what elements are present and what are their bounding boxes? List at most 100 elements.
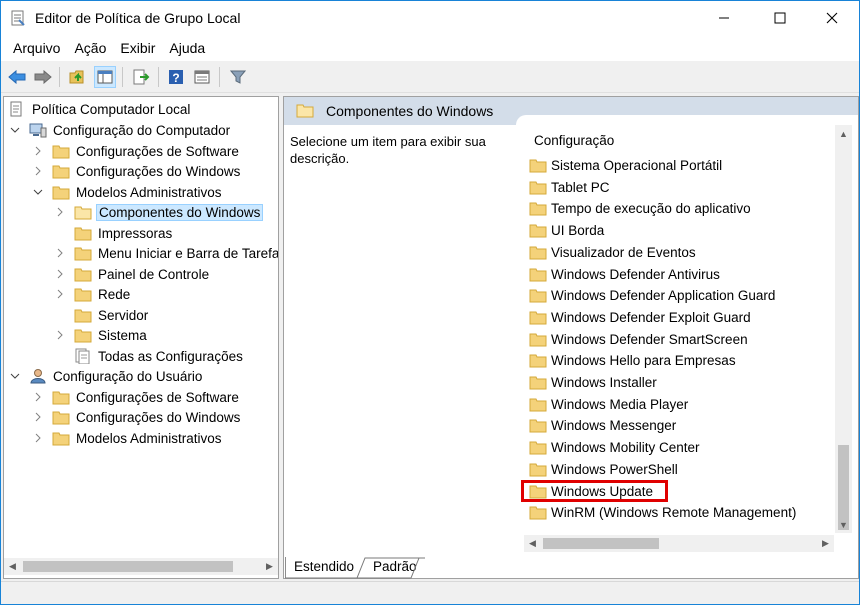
folder-icon: [529, 266, 547, 282]
chevron-right-icon[interactable]: [32, 145, 44, 157]
tab-standard[interactable]: Padrão: [365, 557, 423, 578]
chevron-right-icon[interactable]: [54, 247, 66, 259]
menu-exibir[interactable]: Exibir: [113, 37, 162, 59]
list-item[interactable]: Windows Media Player: [529, 394, 688, 414]
show-hide-tree-button[interactable]: [94, 66, 116, 88]
menu-ajuda[interactable]: Ajuda: [162, 37, 212, 59]
tree-item-uc-software[interactable]: Configurações de Software: [32, 387, 241, 407]
tree-item-printers[interactable]: Impressoras: [74, 223, 174, 243]
details-header-title: Componentes do Windows: [326, 103, 494, 119]
list-horizontal-scrollbar[interactable]: ◀ ▶: [524, 535, 834, 552]
chevron-right-icon[interactable]: [54, 288, 66, 300]
tree-item-all-settings[interactable]: Todas as Configurações: [74, 346, 245, 366]
highlight-annotation: [521, 480, 668, 502]
back-arrow-icon: [8, 70, 26, 84]
chevron-right-icon[interactable]: [32, 391, 44, 403]
list-item[interactable]: Windows Messenger: [529, 415, 676, 435]
tree-item-user-config[interactable]: Configuração do Usuário: [9, 366, 204, 386]
list-item[interactable]: Visualizador de Eventos: [529, 242, 696, 262]
list-item[interactable]: Windows PowerShell: [529, 459, 678, 479]
toolbar-separator: [219, 67, 220, 87]
tab-extended[interactable]: Estendido: [285, 557, 361, 578]
chevron-right-icon[interactable]: [32, 432, 44, 444]
list-item[interactable]: Tempo de execução do aplicativo: [529, 198, 751, 218]
chevron-right-icon[interactable]: [54, 268, 66, 280]
chevron-right-icon[interactable]: [32, 411, 44, 423]
list-item[interactable]: Windows Defender Application Guard: [529, 285, 775, 305]
list-item[interactable]: WinRM (Windows Remote Management): [529, 502, 796, 522]
maximize-button[interactable]: [757, 1, 803, 35]
back-button[interactable]: [6, 66, 28, 88]
tree-item-uc-windows[interactable]: Configurações do Windows: [32, 407, 242, 427]
chevron-down-icon[interactable]: [9, 370, 21, 382]
tree-item-root[interactable]: Política Computador Local: [8, 99, 192, 119]
scrollbar-thumb[interactable]: [543, 538, 659, 549]
menu-arquivo[interactable]: Arquivo: [6, 37, 67, 59]
tree-label: Configurações de Software: [76, 143, 239, 159]
window-title: Editor de Política de Grupo Local: [35, 10, 241, 26]
scroll-right-icon[interactable]: ▶: [261, 558, 278, 575]
scroll-down-icon[interactable]: ▼: [835, 516, 852, 533]
folder-icon: [529, 309, 547, 325]
scroll-right-icon[interactable]: ▶: [817, 535, 834, 552]
scrollbar-thumb[interactable]: [23, 561, 233, 572]
list-item[interactable]: Windows Defender SmartScreen: [529, 329, 748, 349]
tree-horizontal-scrollbar[interactable]: ◀ ▶: [4, 558, 278, 575]
minimize-button[interactable]: [701, 1, 747, 35]
list-item[interactable]: Tablet PC: [529, 177, 610, 197]
chevron-right-icon[interactable]: [32, 165, 44, 177]
folder-icon: [52, 184, 70, 200]
scroll-left-icon[interactable]: ◀: [524, 535, 541, 552]
list-item[interactable]: Windows Hello para Empresas: [529, 350, 736, 370]
list-item[interactable]: Windows Installer: [529, 372, 657, 392]
filter-icon: [230, 70, 246, 84]
chevron-right-icon[interactable]: [54, 329, 66, 341]
chevron-down-icon[interactable]: [9, 124, 21, 136]
tree-label: Configurações do Windows: [76, 409, 241, 425]
list-item-label: Tablet PC: [551, 179, 610, 195]
tree-item-cc-software[interactable]: Configurações de Software: [32, 141, 241, 161]
tree-item-server[interactable]: Servidor: [74, 305, 150, 325]
tree-label: Painel de Controle: [98, 266, 210, 282]
list-item-label: Windows Media Player: [551, 396, 689, 412]
menu-acao[interactable]: Ação: [67, 37, 113, 59]
toolbar-separator: [158, 67, 159, 87]
up-one-level-button[interactable]: [67, 66, 89, 88]
list-item-label: Windows Defender Exploit Guard: [551, 309, 751, 325]
tree-item-system[interactable]: Sistema: [54, 325, 149, 345]
tree-item-cc-admin[interactable]: Modelos Administrativos: [32, 182, 224, 202]
list-item[interactable]: Windows Defender Exploit Guard: [529, 307, 751, 327]
scroll-left-icon[interactable]: ◀: [4, 558, 21, 575]
help-button[interactable]: ?: [165, 66, 187, 88]
description-panel: Selecione um item para exibir sua descri…: [284, 125, 516, 551]
folder-icon: [74, 245, 92, 261]
tree-item-computer-config[interactable]: Configuração do Computador: [9, 120, 232, 140]
chevron-down-icon[interactable]: [32, 186, 44, 198]
tree-item-control-panel[interactable]: Painel de Controle: [54, 264, 211, 284]
folder-icon: [74, 266, 92, 282]
export-list-button[interactable]: [130, 66, 152, 88]
tree-pane[interactable]: Política Computador Local Configuração d…: [3, 96, 279, 579]
column-header-setting[interactable]: Configuração: [534, 133, 614, 148]
tree-item-windows-components[interactable]: Componentes do Windows: [54, 202, 264, 222]
tree-item-start-menu[interactable]: Menu Iniciar e Barra de Tarefas: [54, 243, 278, 263]
list-item-label: UI Borda: [551, 222, 605, 238]
forward-button[interactable]: [32, 66, 54, 88]
chevron-right-icon[interactable]: [54, 206, 66, 218]
tree-item-cc-windows[interactable]: Configurações do Windows: [32, 161, 242, 181]
list-item[interactable]: Windows Defender Antivirus: [529, 264, 720, 284]
list-item[interactable]: UI Borda: [529, 220, 604, 240]
list-item[interactable]: Sistema Operacional Portátil: [529, 155, 722, 175]
filter-button[interactable]: [227, 66, 249, 88]
tree-item-network[interactable]: Rede: [54, 284, 132, 304]
folder-icon: [529, 417, 547, 433]
tree-item-uc-admin[interactable]: Modelos Administrativos: [32, 428, 224, 448]
list-item[interactable]: Windows Mobility Center: [529, 437, 700, 457]
properties-view-button[interactable]: [191, 66, 213, 88]
folder-icon: [296, 103, 314, 121]
list-vertical-scrollbar[interactable]: ▲ ▼: [835, 125, 852, 533]
folder-open-icon: [74, 204, 92, 220]
folder-icon: [529, 287, 547, 303]
close-button[interactable]: [809, 1, 855, 35]
scroll-up-icon[interactable]: ▲: [835, 125, 852, 142]
